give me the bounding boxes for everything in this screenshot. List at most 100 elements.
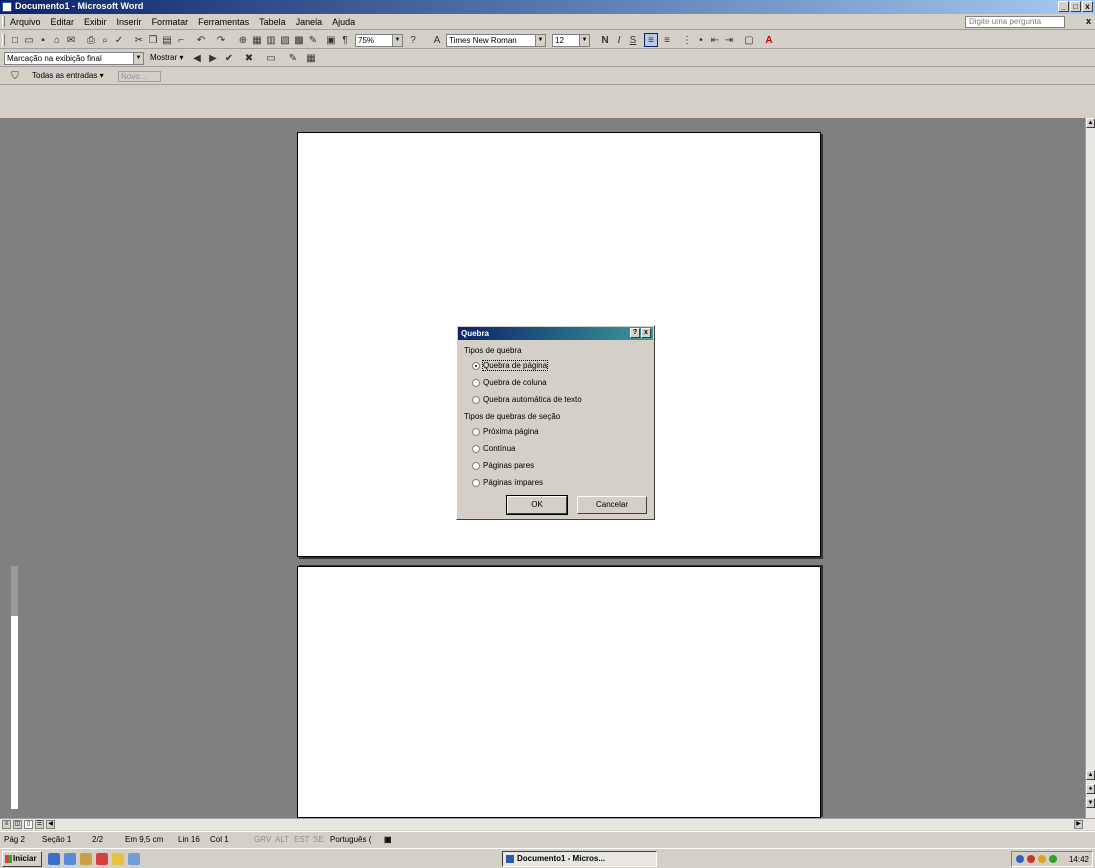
radio-odd-pages[interactable]: Páginas ímpares (472, 478, 543, 487)
tables-borders-icon[interactable]: ▦ (250, 33, 264, 47)
select-browse-object-icon[interactable]: ● (1086, 784, 1095, 794)
ie-icon[interactable] (48, 853, 60, 865)
start-button[interactable]: Iniciar (2, 851, 42, 867)
close-button[interactable]: x (1082, 1, 1093, 12)
scroll-left-icon[interactable]: ◀ (46, 820, 55, 829)
scroll-down-icon[interactable]: ▼ (1086, 798, 1095, 808)
italic-icon[interactable]: I (612, 33, 626, 47)
font-color-icon[interactable]: A (762, 33, 776, 47)
radio-text-wrapping-break[interactable]: Quebra automática de texto (472, 395, 582, 404)
zoom-select[interactable]: 75% ▼ (355, 34, 403, 47)
radio-button[interactable] (472, 361, 480, 370)
antivirus-tray-icon[interactable] (1027, 855, 1035, 863)
bullets-icon[interactable]: • (694, 33, 708, 47)
accept-change-icon[interactable]: ✔ (222, 51, 236, 65)
toolbar-grip[interactable] (2, 34, 5, 46)
menubar-grip[interactable] (2, 16, 5, 27)
print-icon[interactable]: ⎙ (84, 33, 98, 47)
email-icon[interactable]: ✉ (64, 33, 78, 47)
scroll-right-icon[interactable]: ▶ (1074, 820, 1083, 829)
document-map-icon[interactable]: ▣ (324, 33, 338, 47)
web-layout-icon[interactable]: ◫ (13, 820, 22, 829)
menu-exibir[interactable]: Exibir (84, 17, 107, 27)
track-changes-icon[interactable]: ✎ (286, 51, 300, 65)
status-grv[interactable]: GRV (254, 835, 271, 844)
bold-icon[interactable]: N (598, 33, 612, 47)
menu-ferramentas[interactable]: Ferramentas (198, 17, 249, 27)
normal-view-icon[interactable]: ≡ (2, 820, 11, 829)
horizontal-scrollbar[interactable]: ≡ ◫ ▯ ☰ ◀ ▶ (0, 818, 1095, 830)
save-icon[interactable]: ▪ (36, 33, 50, 47)
media-icon[interactable] (80, 853, 92, 865)
decrease-indent-icon[interactable]: ⇤ (708, 33, 722, 47)
vertical-scrollbar[interactable]: ▲ ▲ ● ▼ (1085, 118, 1095, 818)
paste-icon[interactable]: ▤ (160, 33, 174, 47)
outlook-icon[interactable] (64, 853, 76, 865)
permission-icon[interactable]: ⌂ (50, 33, 64, 47)
ok-button[interactable]: OK (506, 495, 568, 515)
insert-excel-icon[interactable]: ▧ (278, 33, 292, 47)
radio-button[interactable] (472, 378, 480, 387)
ask-question-input[interactable]: Digite uma pergunta (965, 16, 1065, 28)
reject-change-icon[interactable]: ✖ (242, 51, 256, 65)
increase-indent-icon[interactable]: ⇥ (722, 33, 736, 47)
menu-editar[interactable]: Editar (51, 17, 75, 27)
spelling-icon[interactable]: ✓ (112, 33, 126, 47)
menu-janela[interactable]: Janela (296, 17, 323, 27)
show-dropdown[interactable]: Mostrar ▾ (150, 53, 183, 62)
radio-button[interactable] (472, 444, 480, 453)
restore-button[interactable]: □ (1070, 1, 1081, 12)
scroll-up-icon[interactable]: ▲ (1086, 770, 1095, 780)
desktop-icon[interactable] (128, 853, 140, 865)
radio-button[interactable] (472, 461, 480, 470)
menu-formatar[interactable]: Formatar (152, 17, 189, 27)
hyperlink-icon[interactable]: ⊕ (236, 33, 250, 47)
word-app-icon[interactable] (2, 2, 12, 12)
new-entry-button[interactable]: Novo... (118, 71, 162, 82)
app-icon[interactable] (96, 853, 108, 865)
next-change-icon[interactable]: ▶ (206, 51, 220, 65)
cancel-button[interactable]: Cancelar (577, 496, 647, 514)
book-icon[interactable]: ▣ (384, 835, 392, 844)
redo-icon[interactable]: ↷ (214, 33, 228, 47)
insert-comment-icon[interactable]: ▭ (264, 51, 278, 65)
radio-continuous[interactable]: Contínua (472, 444, 515, 453)
markup-view-select[interactable]: Marcação na exibição final ▼ (4, 52, 144, 65)
scroll-up-icon[interactable]: ▲ (1086, 118, 1095, 128)
underline-icon[interactable]: S (626, 33, 640, 47)
dialog-close-button[interactable]: x (641, 328, 651, 338)
new-document-icon[interactable]: □ (8, 33, 22, 47)
drawing-icon[interactable]: ✎ (306, 33, 320, 47)
status-est[interactable]: EST (294, 835, 310, 844)
columns-icon[interactable]: ▩ (292, 33, 306, 47)
minimize-button[interactable]: _ (1058, 1, 1069, 12)
status-se[interactable]: SE (313, 835, 324, 844)
menu-tabela[interactable]: Tabela (259, 17, 286, 27)
radio-even-pages[interactable]: Páginas pares (472, 461, 534, 470)
align-left-icon[interactable]: ≡ (644, 33, 658, 47)
menu-ajuda[interactable]: Ajuda (332, 17, 355, 27)
styles-icon[interactable]: A (430, 33, 444, 47)
numbering-icon[interactable]: ⋮ (680, 33, 694, 47)
radio-button[interactable] (472, 395, 480, 404)
copy-icon[interactable]: ❐ (146, 33, 160, 47)
document-page-2[interactable] (297, 566, 821, 818)
format-painter-icon[interactable]: ⌐ (174, 33, 188, 47)
font-select[interactable]: Times New Roman ▼ (446, 34, 546, 47)
cut-icon[interactable]: ✂ (132, 33, 146, 47)
document-close-button[interactable]: x (1086, 16, 1091, 26)
volume-tray-icon[interactable] (1049, 855, 1057, 863)
previous-change-icon[interactable]: ◀ (190, 51, 204, 65)
vertical-ruler[interactable] (10, 565, 19, 810)
outline-view-icon[interactable]: ☰ (35, 820, 44, 829)
radio-column-break[interactable]: Quebra de coluna (472, 378, 547, 387)
radio-next-page[interactable]: Próxima página (472, 427, 539, 436)
all-entries-dropdown[interactable]: Todas as entradas ▾ (32, 71, 104, 80)
folder-icon[interactable] (112, 853, 124, 865)
taskbar-word-document[interactable]: Documento1 - Micros... (502, 851, 657, 867)
font-size-select[interactable]: 12 ▼ (552, 34, 590, 47)
undo-icon[interactable]: ↶ (194, 33, 208, 47)
menu-arquivo[interactable]: Arquivo (10, 17, 41, 27)
help-icon[interactable]: ? (406, 33, 420, 47)
radio-button[interactable] (472, 427, 480, 436)
